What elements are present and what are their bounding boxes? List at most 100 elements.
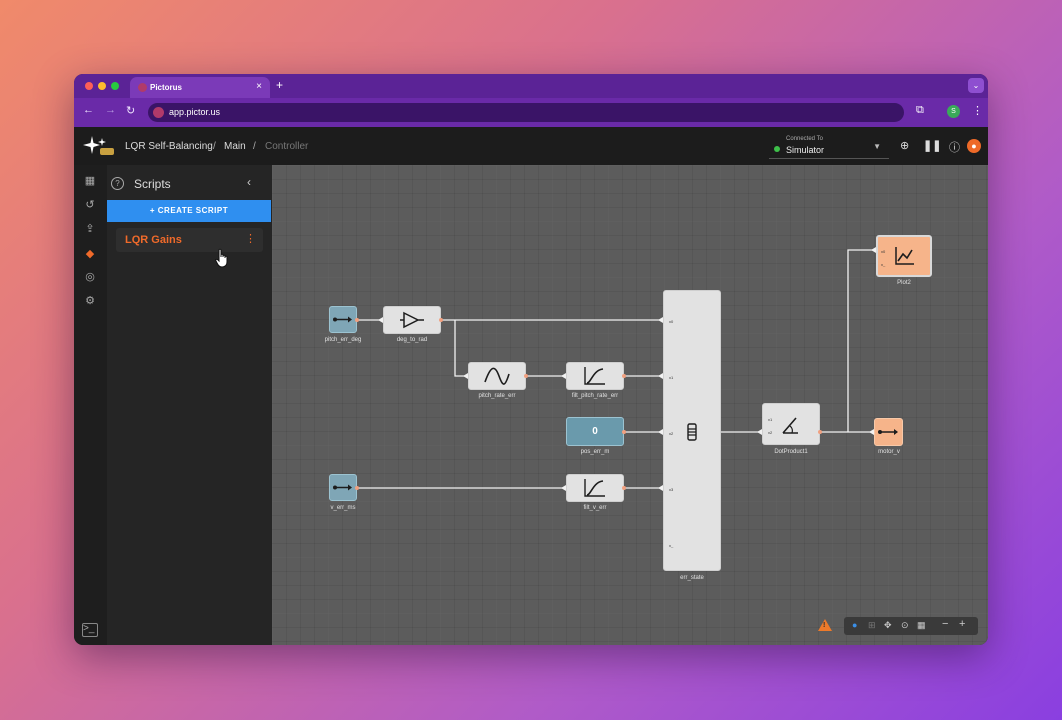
gain-triangle-icon: [400, 311, 424, 329]
block-motor-v[interactable]: [874, 418, 903, 446]
output-port[interactable]: [818, 430, 822, 434]
port-label: x_: [881, 262, 886, 267]
block-label: pitch_err_deg: [324, 337, 362, 343]
deploy-icon[interactable]: ⊕: [900, 139, 909, 152]
block-filt-pitch-rate-err[interactable]: [566, 362, 624, 390]
lock-icon[interactable]: ⊞: [868, 620, 876, 631]
constant-value: 0: [592, 426, 598, 437]
filter-curve-icon: [584, 367, 605, 385]
python-icon[interactable]: ◆: [82, 246, 98, 262]
settings-gear-icon[interactable]: ⚙: [82, 293, 98, 309]
block-label: motor_v: [878, 449, 900, 455]
browser-toolbar: ← → ↻ app.pictor.us ⧉ S ⋮: [74, 98, 988, 127]
dashboard-icon[interactable]: ▦: [82, 173, 98, 189]
output-port[interactable]: [439, 318, 443, 322]
create-script-button[interactable]: + CREATE SCRIPT: [107, 200, 271, 222]
pan-move-icon[interactable]: ✥: [884, 620, 892, 631]
forward-arrow-icon[interactable]: →: [105, 104, 116, 116]
block-label: pos_err_m: [580, 449, 610, 455]
terminal-icon[interactable]: >_: [82, 623, 98, 637]
output-port[interactable]: [355, 486, 359, 490]
address-bar[interactable]: app.pictor.us: [148, 103, 904, 122]
port-label: x_: [669, 543, 674, 548]
input-arrow-icon: [333, 484, 352, 491]
warning-mark: !: [823, 622, 826, 629]
more-vert-icon[interactable]: ⋮: [245, 232, 256, 245]
port-label: x0: [669, 319, 674, 324]
port-label: v1: [768, 417, 773, 422]
close-window-dot[interactable]: [85, 82, 93, 90]
pictorus-favicon-icon: [138, 83, 147, 92]
collapse-chevron-icon[interactable]: ‹: [247, 175, 251, 189]
recenter-icon[interactable]: ⊙: [901, 620, 909, 631]
block-label: err_state: [680, 575, 704, 581]
scripts-panel: ? Scripts ‹ + CREATE SCRIPT LQR Gains ⋮: [107, 165, 272, 645]
profile-avatar[interactable]: S: [947, 105, 960, 118]
app-header: LQR Self-Balancing / Main / Controller C…: [74, 127, 988, 165]
zoom-window-dot[interactable]: [111, 82, 119, 90]
output-arrow-icon: [878, 429, 898, 435]
diagram-canvas[interactable]: pitch_err_deg deg_to_rad pitch_rate_err …: [272, 165, 988, 645]
breadcrumb-main[interactable]: Main: [224, 141, 246, 152]
output-port[interactable]: [622, 486, 626, 490]
zoom-in-icon[interactable]: +: [959, 618, 965, 630]
block-v-err-ms[interactable]: [329, 474, 357, 501]
input-arrow-icon: [333, 316, 352, 323]
canvas-toolbar: ● ⊞ ✥ ⊙ ▦ − +: [844, 617, 978, 635]
pause-icon[interactable]: ❚❚: [923, 139, 941, 152]
help-icon[interactable]: ⓘ: [949, 139, 960, 155]
output-port[interactable]: [622, 430, 626, 434]
dot-product-angle-icon: [782, 417, 798, 434]
block-pitch-err-deg[interactable]: [329, 306, 357, 333]
tab-close-icon[interactable]: ×: [256, 81, 262, 92]
tab-title: Pictorus: [150, 83, 183, 92]
block-plot2[interactable]: x0 x_: [876, 235, 932, 277]
connection-value: Simulator: [786, 145, 825, 155]
output-port[interactable]: [355, 318, 359, 322]
port-label: x0: [881, 249, 886, 254]
block-pitch-rate-err[interactable]: [468, 362, 526, 390]
user-avatar-icon[interactable]: ●: [967, 139, 981, 153]
zoom-out-icon[interactable]: −: [942, 618, 948, 630]
block-filt-v-err[interactable]: [566, 474, 624, 502]
connection-label: Connected To: [786, 136, 823, 142]
block-dot-product1[interactable]: v1 v2: [762, 403, 820, 445]
reload-icon[interactable]: ↻: [126, 104, 135, 117]
connection-status-dot: [774, 146, 780, 152]
help-circle-icon[interactable]: ?: [111, 177, 124, 190]
script-name: LQR Gains: [125, 234, 182, 246]
connection-select[interactable]: Connected To Simulator ▼: [769, 136, 889, 159]
block-label: deg_to_rad: [396, 337, 428, 343]
tab-search-chevron-icon[interactable]: ⌄: [968, 78, 984, 93]
wire: [454, 320, 468, 377]
extensions-puzzle-icon[interactable]: ⧉: [916, 104, 924, 117]
block-pos-err-m[interactable]: 0: [566, 417, 624, 446]
derivative-wave-icon: [484, 367, 510, 385]
breadcrumb-project[interactable]: LQR Self-Balancing: [125, 141, 213, 152]
block-label: pitch_rate_err: [478, 393, 516, 399]
share-icon[interactable]: ⇪: [82, 221, 98, 237]
new-tab-button[interactable]: +: [276, 78, 283, 92]
block-err-state[interactable]: x0 x1 x2 x3 x_: [663, 290, 721, 571]
minimize-window-dot[interactable]: [98, 82, 106, 90]
block-label: filt_v_err: [583, 505, 607, 511]
url-text: app.pictor.us: [169, 107, 221, 117]
wire: [847, 249, 876, 432]
chevron-down-icon: ▼: [873, 142, 881, 151]
port-label: x1: [669, 375, 674, 380]
globe-icon[interactable]: ◎: [82, 269, 98, 285]
info-icon[interactable]: ●: [852, 620, 857, 630]
block-deg-to-rad[interactable]: [383, 306, 441, 334]
script-list-item[interactable]: LQR Gains ⋮: [116, 228, 263, 252]
pictorus-logo-icon[interactable]: [80, 134, 116, 158]
browser-tab[interactable]: Pictorus ×: [130, 77, 270, 98]
history-icon[interactable]: ↺: [82, 197, 98, 213]
grid-icon[interactable]: ▦: [917, 620, 926, 631]
back-arrow-icon[interactable]: ←: [83, 104, 94, 116]
site-info-icon[interactable]: [153, 107, 164, 118]
output-port[interactable]: [524, 374, 528, 378]
plot-chart-icon: [895, 247, 914, 265]
breadcrumb-controller: Controller: [265, 141, 309, 152]
browser-menu-kebab-icon[interactable]: ⋮: [972, 104, 983, 117]
output-port[interactable]: [622, 374, 626, 378]
